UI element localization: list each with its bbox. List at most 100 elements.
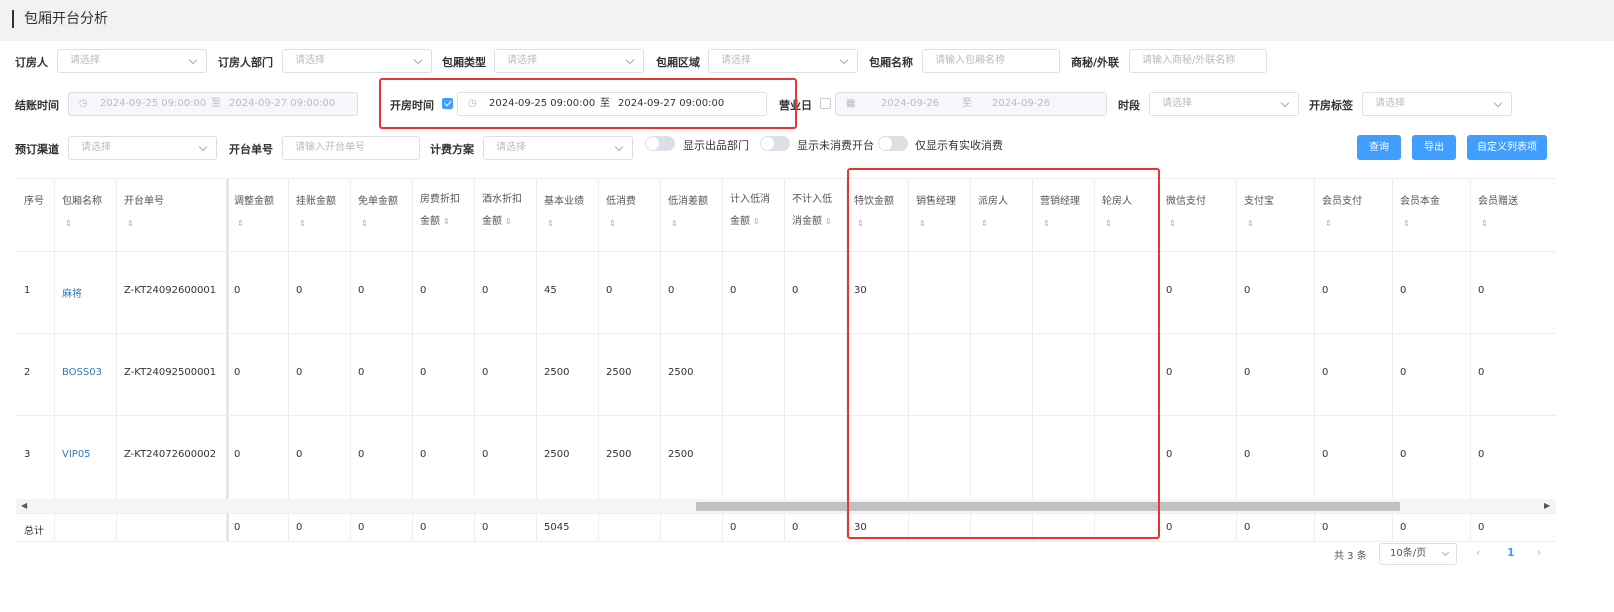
- business-day-checkbox[interactable]: [820, 98, 831, 109]
- room-name-input[interactable]: 请输入包厢名称: [922, 49, 1060, 73]
- horizontal-scrollbar[interactable]: ◀ ▶: [16, 499, 1556, 513]
- sort-icon[interactable]: ⇕: [1247, 213, 1254, 235]
- table-cell: 0: [1400, 367, 1407, 378]
- show-unconsumed-label: 显示未消费开台: [797, 139, 874, 152]
- sort-icon[interactable]: ⇕: [1325, 213, 1332, 235]
- column-header[interactable]: 营销经理 ⇕: [1040, 191, 1080, 235]
- total-cell: 0: [792, 522, 799, 533]
- scroll-left-icon[interactable]: ◀: [21, 499, 27, 513]
- sort-icon[interactable]: ⇕: [671, 213, 678, 235]
- column-divider: [1158, 179, 1159, 499]
- open-time-range[interactable]: ◷ 2024-09-25 09:00:00 至 2024-09-27 09:00…: [457, 92, 767, 116]
- sort-icon[interactable]: ⇕: [1403, 213, 1410, 235]
- column-header[interactable]: 基本业绩 ⇕: [544, 191, 584, 235]
- next-page-icon[interactable]: ›: [1537, 546, 1541, 559]
- sort-icon[interactable]: ⇕: [919, 213, 926, 235]
- chevron-down-icon: [625, 55, 635, 65]
- column-header[interactable]: 会员支付 ⇕: [1322, 191, 1362, 235]
- open-time-checkbox[interactable]: [442, 98, 453, 109]
- billing-select[interactable]: 请选择: [483, 136, 633, 160]
- order-no-input[interactable]: 请输入开台单号: [282, 136, 420, 160]
- room-area-select[interactable]: 请选择: [708, 49, 858, 73]
- room-tag-select[interactable]: 请选择: [1362, 92, 1512, 116]
- column-header[interactable]: 不计入低 消金额 ⇕: [792, 189, 832, 233]
- column-header[interactable]: 免单金额 ⇕: [358, 191, 398, 235]
- room-name-link[interactable]: 麻将: [62, 285, 82, 300]
- column-header[interactable]: 房费折扣 金额 ⇕: [420, 189, 460, 233]
- show-dept-label: 显示出品部门: [683, 139, 749, 152]
- query-button[interactable]: 查询: [1357, 135, 1401, 160]
- column-header[interactable]: 低消费 ⇕: [606, 191, 636, 235]
- chevron-down-icon: [1493, 98, 1503, 108]
- room-type-select[interactable]: 请选择: [494, 49, 644, 73]
- column-header[interactable]: 会员赠送 ⇕: [1478, 191, 1518, 235]
- column-header[interactable]: 挂账金额 ⇕: [296, 191, 336, 235]
- room-name-link[interactable]: BOSS03: [62, 367, 102, 378]
- column-header[interactable]: 低消差额 ⇕: [668, 191, 708, 235]
- table-cell: 1: [24, 285, 31, 296]
- column-header[interactable]: 会员本金 ⇕: [1400, 191, 1440, 235]
- business-day-range[interactable]: ▦ 2024-09-26 至 2024-09-26: [835, 92, 1107, 116]
- column-divider: [722, 513, 723, 541]
- sort-icon[interactable]: ⇕: [237, 213, 244, 235]
- period-select[interactable]: 请选择: [1149, 92, 1299, 116]
- prev-page-icon[interactable]: ‹: [1476, 546, 1480, 559]
- export-button[interactable]: 导出: [1412, 135, 1456, 160]
- table-cell: 45: [544, 285, 557, 296]
- sort-icon[interactable]: ⇕: [1481, 213, 1488, 235]
- clock-icon: ◷: [468, 98, 477, 109]
- sort-icon[interactable]: ⇕: [299, 213, 306, 235]
- column-divider: [970, 513, 971, 541]
- sort-icon[interactable]: ⇕: [65, 213, 72, 235]
- room-name-link[interactable]: VIP05: [62, 449, 91, 460]
- booker-select[interactable]: 请选择: [57, 49, 207, 73]
- page-size-select[interactable]: 10条/页: [1379, 543, 1457, 565]
- booker-dept-select[interactable]: 请选择: [282, 49, 432, 73]
- column-header[interactable]: 销售经理 ⇕: [916, 191, 956, 235]
- sort-icon[interactable]: ⇕: [1105, 213, 1112, 235]
- billing-label: 计费方案: [430, 143, 474, 156]
- column-header[interactable]: 调整金额 ⇕: [234, 191, 274, 235]
- column-header[interactable]: 酒水折扣 金额 ⇕: [482, 189, 522, 233]
- column-divider: [1158, 513, 1159, 541]
- range-separator: 至: [211, 98, 221, 109]
- sort-icon[interactable]: ⇕: [361, 213, 368, 235]
- column-header[interactable]: 计入低消 金额 ⇕: [730, 189, 770, 233]
- column-divider: [1032, 179, 1033, 499]
- sort-icon[interactable]: ⇕: [753, 211, 760, 233]
- column-header[interactable]: 包厢名称 ⇕: [62, 191, 102, 235]
- sort-icon[interactable]: ⇕: [825, 211, 832, 233]
- sort-icon[interactable]: ⇕: [609, 213, 616, 235]
- checkout-time-range[interactable]: ◷ 2024-09-25 09:00:00 至 2024-09-27 09:00…: [68, 92, 358, 116]
- column-header[interactable]: 派房人 ⇕: [978, 191, 1008, 235]
- column-divider: [660, 179, 661, 499]
- sort-icon[interactable]: ⇕: [505, 211, 512, 233]
- only-paid-toggle[interactable]: [878, 136, 908, 151]
- sort-icon[interactable]: ⇕: [547, 213, 554, 235]
- column-header[interactable]: 开台单号 ⇕: [124, 191, 164, 235]
- table-cell: 0: [1400, 285, 1407, 296]
- scrollbar-thumb[interactable]: [696, 502, 1400, 511]
- column-header[interactable]: 支付宝 ⇕: [1244, 191, 1274, 235]
- table-cell: Z-KT24072600002: [124, 449, 217, 460]
- column-header[interactable]: 微信支付 ⇕: [1166, 191, 1206, 235]
- column-header[interactable]: 特饮金额 ⇕: [854, 191, 894, 235]
- sort-icon[interactable]: ⇕: [127, 213, 134, 235]
- sort-icon[interactable]: ⇕: [981, 213, 988, 235]
- secretary-input[interactable]: 请输入商秘/外联名称: [1129, 49, 1267, 73]
- sort-icon[interactable]: ⇕: [1169, 213, 1176, 235]
- channel-select[interactable]: 请选择: [68, 136, 217, 160]
- sort-icon[interactable]: ⇕: [443, 211, 450, 233]
- column-divider: [784, 179, 785, 499]
- sort-icon[interactable]: ⇕: [1043, 213, 1050, 235]
- show-dept-toggle[interactable]: [645, 136, 675, 151]
- table-cell: 0: [420, 367, 427, 378]
- custom-columns-button[interactable]: 自定义列表项: [1467, 135, 1547, 160]
- column-header-label: 包厢名称: [62, 196, 102, 207]
- table-cell: 0: [482, 285, 489, 296]
- page-number[interactable]: 1: [1507, 546, 1515, 559]
- sort-icon[interactable]: ⇕: [857, 213, 864, 235]
- column-header[interactable]: 轮房人 ⇕: [1102, 191, 1132, 235]
- show-unconsumed-toggle[interactable]: [760, 136, 790, 151]
- scroll-right-icon[interactable]: ▶: [1544, 499, 1550, 513]
